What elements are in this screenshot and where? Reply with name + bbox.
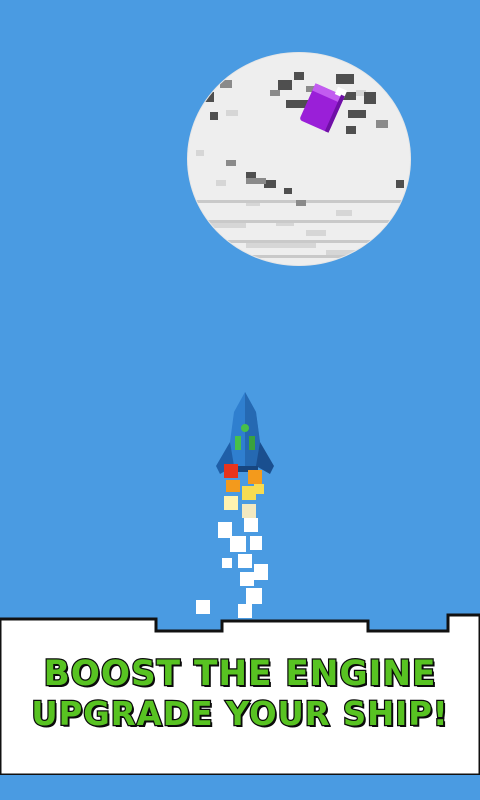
moon — [187, 52, 411, 266]
banner-line-1: BOOST THE ENGINE — [42, 653, 437, 696]
promo-banner: BOOST THE ENGINE UPGRADE YOUR SHIP! — [0, 653, 480, 735]
banner-line-2: UPGRADE YOUR SHIP! — [30, 693, 449, 735]
game-scene[interactable]: BOOST THE ENGINE UPGRADE YOUR SHIP! — [0, 0, 480, 800]
bottom-strip — [0, 775, 480, 800]
